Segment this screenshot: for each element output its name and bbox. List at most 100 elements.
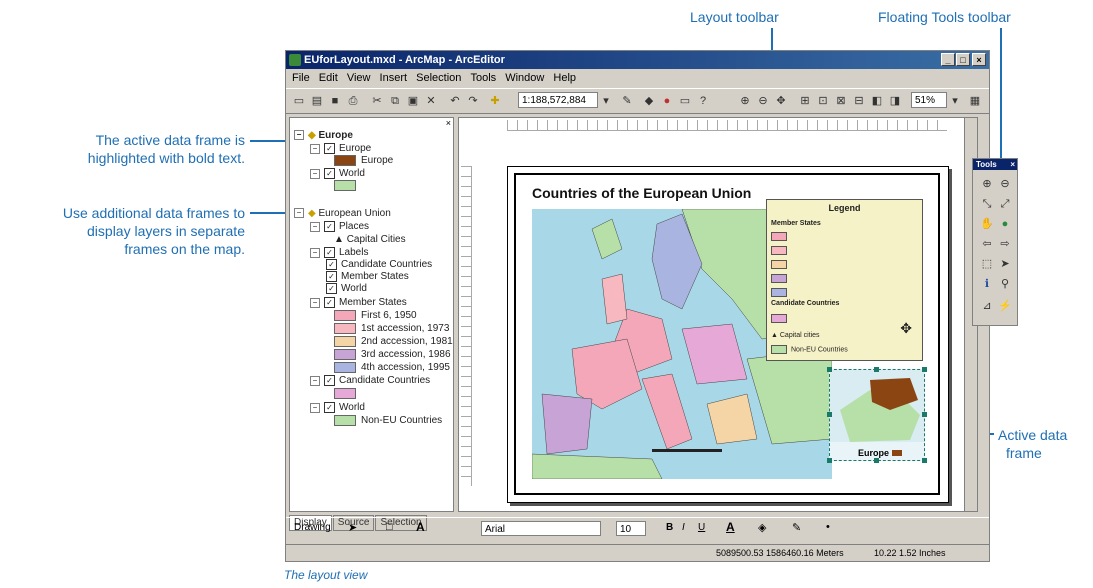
font-select[interactable]: Arial bbox=[481, 521, 601, 536]
zoom-100-icon[interactable]: ⊡ bbox=[816, 94, 830, 108]
select-elements-icon[interactable]: ➤ bbox=[348, 521, 357, 534]
redo-icon[interactable]: ↷ bbox=[466, 94, 480, 108]
save-icon[interactable]: ■ bbox=[328, 94, 342, 108]
europe-inset-map bbox=[830, 370, 924, 442]
layer-labels[interactable]: − ✓ Labels bbox=[310, 247, 368, 259]
chevron-down-icon[interactable]: ▾ bbox=[948, 94, 962, 108]
rectangle-icon[interactable]: □ bbox=[386, 521, 393, 533]
chevron-down-icon[interactable]: ▾ bbox=[599, 94, 613, 108]
layer-places[interactable]: − ✓ Places bbox=[310, 221, 369, 233]
measure-icon[interactable]: ⊿ bbox=[980, 299, 994, 313]
close-icon[interactable]: × bbox=[1010, 159, 1015, 170]
full-extent-icon[interactable]: ● bbox=[998, 217, 1012, 231]
menu-help[interactable]: Help bbox=[553, 72, 576, 84]
previous-extent-icon[interactable]: ◧ bbox=[870, 94, 884, 108]
layer-world-labels[interactable]: ✓ World bbox=[326, 283, 367, 295]
selection-handle[interactable] bbox=[827, 412, 832, 417]
pan-page-icon[interactable]: ✥ bbox=[774, 94, 788, 108]
close-button[interactable]: × bbox=[972, 53, 986, 66]
data-frame-europe[interactable]: − ◆ Europe bbox=[294, 130, 353, 142]
fixed-zoom-out-icon[interactable]: ⤢ bbox=[998, 197, 1012, 211]
copy-icon[interactable]: ⧉ bbox=[388, 94, 402, 108]
selection-handle[interactable] bbox=[922, 367, 927, 372]
paste-icon[interactable]: ▣ bbox=[406, 94, 420, 108]
command-line-icon[interactable]: ▭ bbox=[678, 94, 692, 108]
layer-candidate-countries[interactable]: − ✓ Candidate Countries bbox=[310, 375, 430, 387]
fixed-zoom-in-icon[interactable]: ⤡ bbox=[980, 197, 994, 211]
cut-icon[interactable]: ✂ bbox=[370, 94, 384, 108]
add-data-icon[interactable]: ✚ bbox=[488, 94, 502, 108]
map-frame-europe-active[interactable]: Europe bbox=[827, 367, 927, 463]
selection-handle[interactable] bbox=[922, 458, 927, 463]
zoom-percent-field[interactable]: 51% bbox=[911, 92, 947, 108]
menu-selection[interactable]: Selection bbox=[416, 72, 461, 84]
zoom-whole-page-icon[interactable]: ⊞ bbox=[798, 94, 812, 108]
drawing-menu-button[interactable]: Drawing bbox=[294, 522, 331, 533]
italic-button[interactable]: I bbox=[682, 522, 685, 533]
maximize-button[interactable]: □ bbox=[956, 53, 970, 66]
font-size-select[interactable]: 10 bbox=[616, 521, 646, 536]
data-frame-european-union[interactable]: − ◆ European Union bbox=[294, 208, 391, 220]
symbol-world bbox=[334, 180, 361, 192]
fixed-zoom-out-icon[interactable]: ⊟ bbox=[852, 94, 866, 108]
find-icon[interactable]: ⚲ bbox=[998, 277, 1012, 291]
delete-icon[interactable]: ✕ bbox=[424, 94, 438, 108]
zoom-out-icon[interactable]: ⊖ bbox=[998, 177, 1012, 191]
select-elements-icon[interactable]: ➤ bbox=[998, 257, 1012, 271]
layer-europe[interactable]: − ✓ Europe bbox=[310, 143, 371, 155]
identify-icon[interactable]: ℹ bbox=[980, 277, 994, 291]
layer-member-states-labels[interactable]: ✓ Member States bbox=[326, 271, 409, 283]
font-color-icon[interactable]: A bbox=[726, 520, 735, 534]
zoom-in-page-icon[interactable]: ⊕ bbox=[738, 94, 752, 108]
menu-insert[interactable]: Insert bbox=[380, 72, 408, 84]
layer-member-states[interactable]: − ✓ Member States bbox=[310, 297, 407, 309]
tools-title: Tools × bbox=[973, 159, 1017, 170]
selection-handle[interactable] bbox=[827, 367, 832, 372]
symbol-acc4: 4th accession, 1995 bbox=[334, 362, 450, 374]
layout-view[interactable]: Countries of the European Union Legend M… bbox=[458, 117, 978, 512]
legend-title: Legend bbox=[828, 203, 861, 213]
text-tool-icon[interactable]: A bbox=[416, 520, 425, 534]
minimize-button[interactable]: _ bbox=[941, 53, 955, 66]
fixed-zoom-in-icon[interactable]: ⊠ bbox=[834, 94, 848, 108]
new-icon[interactable]: ▭ bbox=[292, 94, 306, 108]
menu-file[interactable]: File bbox=[292, 72, 310, 84]
layer-world[interactable]: − ✓ World bbox=[310, 168, 365, 180]
editor-toolbar-icon[interactable]: ✎ bbox=[620, 94, 634, 108]
hyperlink-icon[interactable]: ⚡ bbox=[998, 299, 1012, 313]
undo-icon[interactable]: ↶ bbox=[448, 94, 462, 108]
select-features-icon[interactable]: ⬚ bbox=[980, 257, 994, 271]
layer-candidate-countries-labels[interactable]: ✓ Candidate Countries bbox=[326, 259, 432, 271]
legend-nonmember: Non-EU Countries bbox=[771, 345, 848, 354]
selection-handle[interactable] bbox=[874, 367, 879, 372]
pan-icon[interactable]: ✋ bbox=[980, 217, 994, 231]
marker-color-icon[interactable]: • bbox=[826, 521, 830, 533]
menu-tools[interactable]: Tools bbox=[470, 72, 496, 84]
selection-handle[interactable] bbox=[827, 458, 832, 463]
layer-world-2[interactable]: − ✓ World bbox=[310, 402, 365, 414]
fill-color-icon[interactable]: ◈ bbox=[758, 521, 766, 534]
arccatalog-icon[interactable]: ● bbox=[660, 94, 674, 108]
arctoolbox-icon[interactable]: ◆ bbox=[642, 94, 656, 108]
line-color-icon[interactable]: ✎ bbox=[792, 521, 801, 534]
zoom-in-icon[interactable]: ⊕ bbox=[980, 177, 994, 191]
menu-view[interactable]: View bbox=[347, 72, 371, 84]
toggle-draft-mode-icon[interactable]: ▦ bbox=[968, 94, 982, 108]
go-back-icon[interactable]: ⇦ bbox=[980, 237, 994, 251]
menu-window[interactable]: Window bbox=[505, 72, 544, 84]
next-extent-icon[interactable]: ◨ bbox=[888, 94, 902, 108]
whats-this-icon[interactable]: ? bbox=[696, 94, 710, 108]
go-forward-icon[interactable]: ⇨ bbox=[998, 237, 1012, 251]
print-icon[interactable]: ⎙ bbox=[346, 94, 360, 108]
horizontal-ruler bbox=[507, 120, 947, 131]
map-scale-field[interactable]: 1:188,572,884 bbox=[518, 92, 598, 108]
map-frame-european-union[interactable]: Countries of the European Union Legend M… bbox=[514, 173, 940, 495]
open-icon[interactable]: ▤ bbox=[310, 94, 324, 108]
bold-button[interactable]: B bbox=[666, 522, 673, 533]
menu-edit[interactable]: Edit bbox=[319, 72, 338, 84]
close-icon[interactable]: × bbox=[446, 118, 451, 128]
selection-handle[interactable] bbox=[874, 458, 879, 463]
zoom-out-page-icon[interactable]: ⊖ bbox=[756, 94, 770, 108]
selection-handle[interactable] bbox=[922, 412, 927, 417]
underline-button[interactable]: U bbox=[698, 522, 705, 533]
